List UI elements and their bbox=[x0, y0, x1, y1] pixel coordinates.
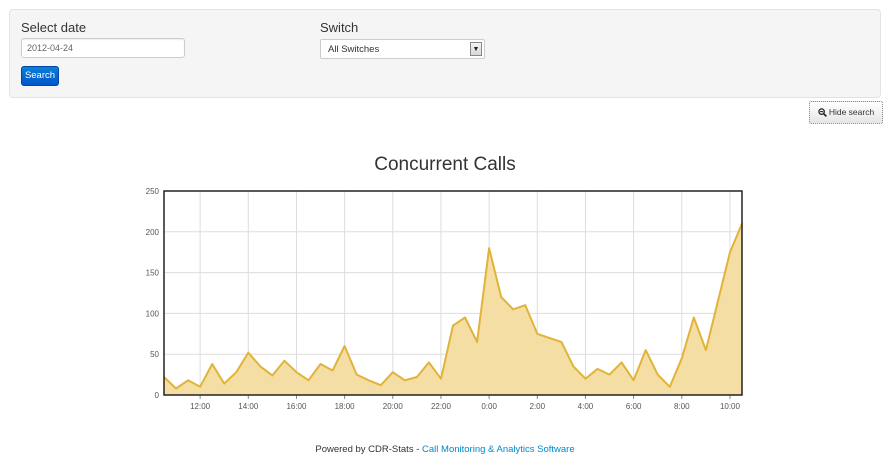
data-point bbox=[319, 363, 322, 365]
data-point bbox=[367, 379, 370, 382]
data-point bbox=[717, 300, 719, 302]
data-point bbox=[379, 384, 382, 387]
data-point bbox=[295, 371, 298, 373]
x-tick-label: 6:00 bbox=[626, 402, 642, 411]
data-point bbox=[656, 373, 659, 376]
x-tick-label: 22:00 bbox=[431, 402, 452, 411]
x-tick-label: 4:00 bbox=[578, 402, 594, 411]
y-tick-label: 250 bbox=[146, 187, 160, 196]
data-point bbox=[476, 341, 478, 343]
data-point bbox=[500, 296, 502, 298]
data-point bbox=[729, 251, 731, 253]
x-tick-label: 14:00 bbox=[238, 402, 259, 411]
data-point bbox=[355, 373, 358, 376]
data-point bbox=[187, 379, 189, 382]
x-tick-label: 16:00 bbox=[286, 402, 307, 411]
data-point bbox=[596, 368, 599, 370]
y-tick-label: 100 bbox=[146, 309, 160, 318]
x-tick-label: 8:00 bbox=[674, 402, 690, 411]
x-tick-label: 0:00 bbox=[481, 402, 497, 411]
data-point bbox=[680, 357, 683, 360]
data-point bbox=[572, 365, 575, 368]
data-point bbox=[620, 361, 623, 364]
data-point bbox=[644, 349, 647, 351]
x-tick-label: 18:00 bbox=[335, 402, 356, 411]
data-point bbox=[283, 359, 286, 362]
data-point bbox=[560, 341, 563, 343]
data-point bbox=[668, 386, 671, 388]
data-point bbox=[307, 379, 310, 382]
data-point bbox=[548, 337, 551, 339]
data-point bbox=[632, 379, 635, 382]
data-point bbox=[608, 373, 611, 376]
data-point bbox=[512, 308, 515, 311]
data-point bbox=[343, 345, 346, 347]
data-point bbox=[259, 365, 262, 368]
data-point bbox=[391, 371, 394, 373]
data-point bbox=[235, 371, 238, 373]
data-point bbox=[199, 386, 201, 388]
data-point bbox=[416, 376, 418, 378]
concurrent-calls-chart: 0 50 100 150 200 250 12:00 14:00 16:00 18:00 20:00… bbox=[146, 187, 743, 411]
footer: Powered by CDR-Stats - Call Monitoring &… bbox=[0, 444, 890, 455]
data-point bbox=[223, 382, 226, 385]
x-tick-label: 12:00 bbox=[190, 402, 211, 411]
data-point bbox=[331, 369, 334, 372]
data-point bbox=[705, 349, 707, 351]
data-point bbox=[452, 324, 454, 327]
data-point bbox=[524, 304, 527, 307]
data-point bbox=[693, 316, 695, 319]
data-point bbox=[440, 377, 442, 380]
data-point bbox=[584, 377, 587, 380]
x-tick-label: 10:00 bbox=[720, 402, 741, 411]
data-point bbox=[488, 247, 490, 249]
y-tick-label: 50 bbox=[150, 350, 159, 359]
footer-link[interactable]: Call Monitoring & Analytics Software bbox=[422, 444, 575, 455]
y-tick-label: 0 bbox=[155, 391, 160, 400]
x-tick-label: 2:00 bbox=[530, 402, 546, 411]
data-point bbox=[175, 387, 177, 390]
data-point bbox=[536, 333, 539, 335]
data-point bbox=[271, 374, 274, 377]
data-point bbox=[428, 361, 430, 364]
data-point bbox=[211, 363, 213, 365]
y-tick-label: 150 bbox=[146, 269, 160, 278]
footer-prefix: Powered by CDR-Stats - bbox=[315, 444, 423, 455]
data-point bbox=[464, 316, 466, 319]
data-point bbox=[404, 379, 406, 382]
x-tick-label: 20:00 bbox=[383, 402, 404, 411]
data-point bbox=[247, 351, 250, 354]
y-tick-label: 200 bbox=[146, 228, 160, 237]
